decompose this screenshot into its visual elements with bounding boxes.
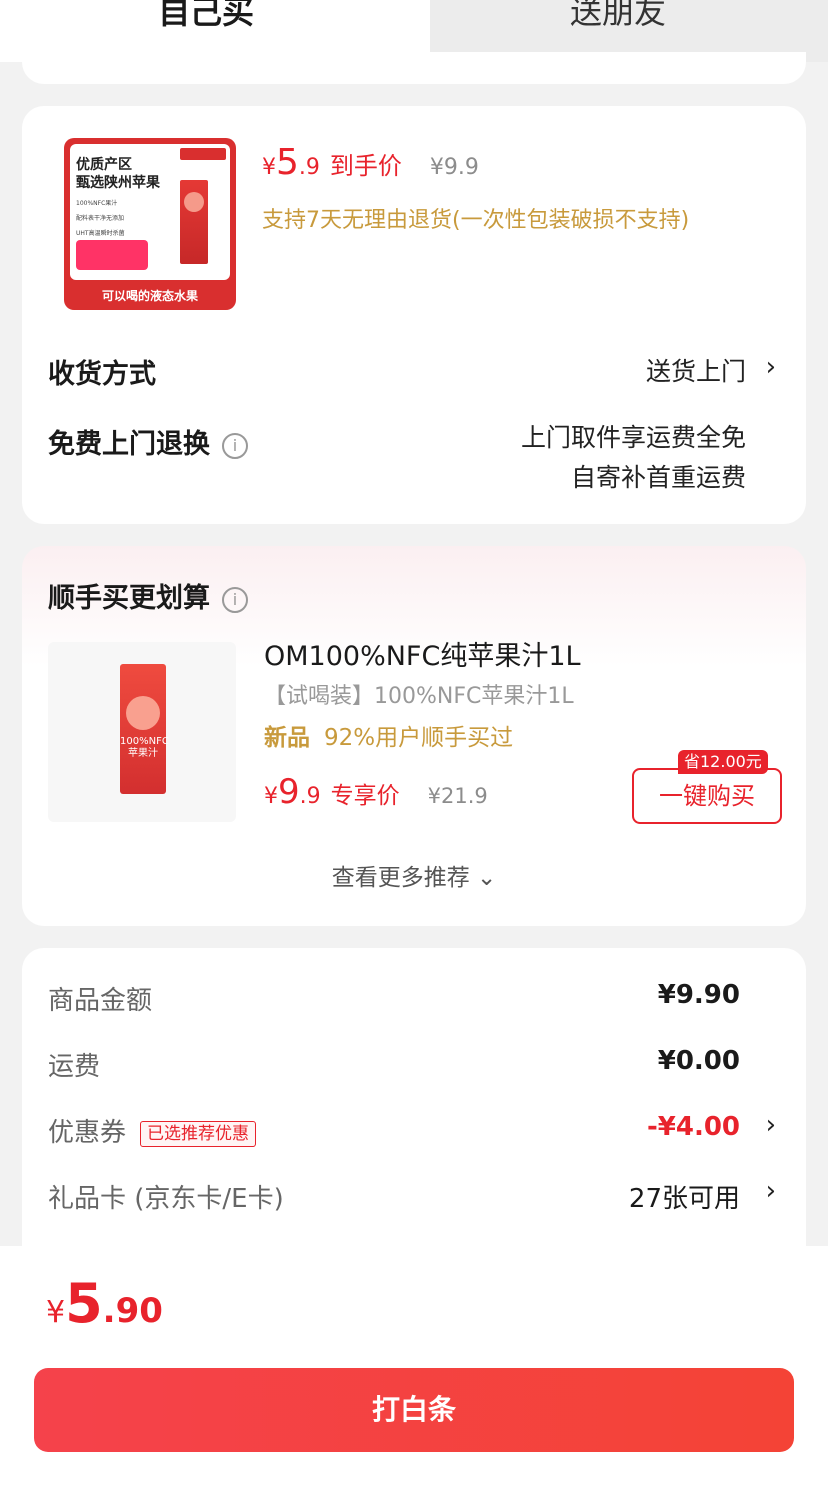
delivery-method-label: 收货方式 [48, 359, 156, 390]
product-image-title-2: 甄选陕州苹果 [76, 175, 160, 191]
coupon-recommended-tag: 已选推荐优惠 [140, 1120, 257, 1147]
free-exchange-detail: 上门取件享运费全免 自寄补首重运费 [521, 418, 746, 498]
total-integer: 5 [65, 1272, 103, 1335]
price-tag: 专享价 [330, 783, 400, 809]
product-image-feature: 100%NFC果汁 [76, 200, 118, 207]
price-currency: ¥ [264, 784, 278, 809]
return-policy-note: 支持7天无理由退货(一次性包装破损不支持) [262, 208, 690, 233]
info-icon[interactable]: i [222, 586, 248, 613]
one-click-buy-button[interactable]: 一键购买 [632, 768, 782, 824]
original-price: ¥21.9 [427, 784, 488, 808]
price-tag: 到手价 [329, 152, 402, 180]
price-currency: ¥ [262, 155, 276, 180]
info-icon[interactable]: i [222, 432, 248, 459]
product-image-features: 100%NFC果汁 配料表干净无添加 UHT高温瞬时杀菌 [76, 196, 125, 241]
price-integer: 5 [276, 142, 299, 183]
view-more-label: 查看更多推荐 [331, 865, 470, 891]
one-click-buy: 一键购买 省12.00元 [632, 750, 782, 824]
product-image-badge [180, 148, 226, 160]
pay-with-baitiao-button[interactable]: 打白条 [34, 1368, 794, 1452]
view-more-recommendations[interactable]: 查看更多推荐 ⌄ [22, 858, 806, 892]
delivery-method-value[interactable]: 送货上门 [646, 352, 746, 388]
original-price: ¥9.9 [429, 155, 479, 180]
chevron-right-icon[interactable]: › [766, 352, 776, 382]
tab-gift-label[interactable]: 送朋友 [570, 0, 666, 32]
free-exchange-line-1: 上门取件享运费全免 [520, 423, 746, 452]
product-image-title: 优质产区 甄选陕州苹果 [76, 156, 160, 192]
juice-box-label: 100%NFC 苹果汁 [120, 736, 169, 759]
tab-self-label[interactable]: 自己买 [158, 0, 254, 32]
tab-panel-edge [22, 52, 806, 84]
product-image-caption: 可以喝的液态水果 [101, 289, 198, 303]
goods-amount-label: 商品金额 [48, 986, 153, 1016]
apple-graphic [126, 696, 160, 730]
goods-amount-value: ¥9.90 [657, 980, 740, 1010]
total-currency: ¥ [46, 1295, 66, 1330]
free-exchange-line-2: 自寄补首重运费 [570, 463, 746, 492]
recommended-product-image[interactable]: 100%NFC 苹果汁 [48, 642, 236, 822]
purchase-stat: 92%用户顺手买过 [324, 725, 514, 751]
gift-card-value[interactable]: 27张可用 [629, 1178, 740, 1215]
shipping-value: ¥0.00 [657, 1046, 740, 1076]
product-image-panel: 优质产区 甄选陕州苹果 100%NFC果汁 配料表干净无添加 UHT高温瞬时杀菌 [70, 144, 230, 280]
juice-box-graphic: 100%NFC 苹果汁 [120, 664, 169, 794]
chevron-right-icon[interactable]: › [766, 1176, 776, 1206]
recommendation-title: 顺手买更划算 i [48, 576, 248, 615]
coupon-label-text: 优惠券 [48, 1118, 127, 1148]
coupon-label: 优惠券 已选推荐优惠 [48, 1112, 257, 1149]
juice-box-graphic [180, 180, 208, 264]
product-image-promo [76, 240, 148, 270]
price-decimal: .9 [298, 155, 320, 180]
price-integer: 9 [278, 772, 300, 812]
product-card: 优质产区 甄选陕州苹果 100%NFC果汁 配料表干净无添加 UHT高温瞬时杀菌… [22, 106, 806, 524]
apple-graphic [184, 192, 204, 212]
purchase-mode-tabs: 自己买 送朋友 [0, 0, 828, 84]
chevron-right-icon[interactable]: › [766, 1110, 776, 1140]
recommended-product-name[interactable]: OM100%NFC纯苹果汁1L [264, 634, 581, 673]
recommended-product-tagline: 新品 92%用户顺手买过 [264, 718, 513, 752]
recommended-product-subtitle: 【试喝装】100%NFC苹果汁1L [264, 684, 574, 709]
free-exchange-text: 免费上门退换 [48, 429, 210, 460]
recommended-product-price: ¥ 9 .9 专享价 ¥21.9 [264, 772, 488, 812]
total-price: ¥ 5 .90 [46, 1272, 163, 1335]
savings-badge: 省12.00元 [678, 750, 768, 774]
recommendation-card: 顺手买更划算 i 100%NFC 苹果汁 OM100%NFC纯苹果汁1L 【试喝装… [22, 546, 806, 926]
chevron-down-icon: ⌄ [477, 865, 497, 891]
product-image-feature: UHT高温瞬时杀菌 [76, 230, 125, 237]
coupon-value[interactable]: -¥4.00 [647, 1112, 740, 1142]
order-summary-card: 商品金额 ¥9.90 运费 ¥0.00 优惠券 已选推荐优惠 -¥4.00 › 礼… [22, 948, 806, 1268]
checkout-bar: ¥ 5 .90 打白条 [0, 1246, 828, 1492]
product-image-title-1: 优质产区 [76, 157, 132, 173]
recommendation-title-text: 顺手买更划算 [48, 583, 210, 614]
new-badge: 新品 [264, 725, 310, 751]
product-image-feature: 配料表干净无添加 [76, 215, 125, 222]
shipping-label: 运费 [48, 1052, 101, 1082]
product-image[interactable]: 优质产区 甄选陕州苹果 100%NFC果汁 配料表干净无添加 UHT高温瞬时杀菌… [64, 138, 236, 310]
total-decimal: .90 [102, 1291, 163, 1331]
price-decimal: .9 [299, 784, 321, 809]
product-price: ¥ 5 .9 到手价 ¥9.9 [262, 142, 479, 188]
gift-card-label: 礼品卡 (京东卡/E卡) [48, 1184, 284, 1214]
free-exchange-label: 免费上门退换 i [48, 422, 248, 461]
